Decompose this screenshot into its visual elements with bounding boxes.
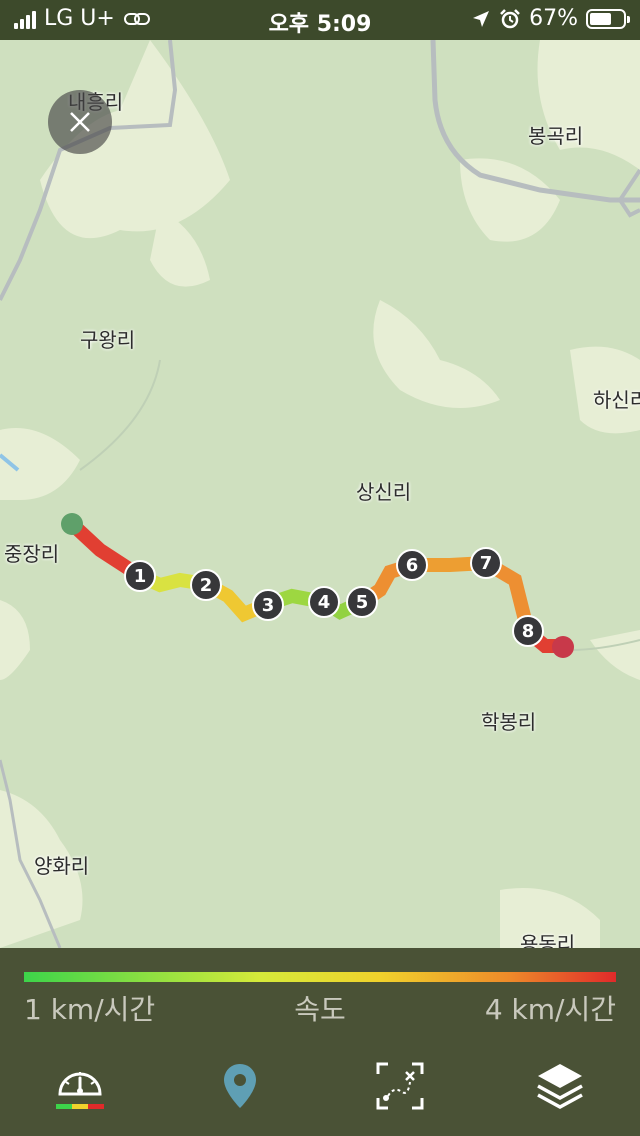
tab-speed[interactable] [0, 1036, 160, 1136]
split-marker[interactable]: 3 [252, 589, 284, 621]
battery-icon [586, 8, 630, 29]
close-icon [70, 112, 90, 132]
layers-icon [537, 1064, 583, 1109]
bottom-panel: 1 km/시간 속도 4 km/시간 [0, 948, 640, 1136]
location-pin-icon [224, 1064, 256, 1108]
map-view[interactable]: 내흥리 봉곡리 구왕리 하신리 상신리 중장리 학봉리 양화리 용동리 1 2 … [0, 40, 640, 948]
split-marker[interactable]: 7 [470, 547, 502, 579]
tab-bar [0, 1036, 640, 1136]
route-track [65, 517, 569, 653]
route-start-marker[interactable] [61, 513, 83, 535]
tab-route[interactable] [320, 1036, 480, 1136]
battery-percent: 67% [529, 6, 578, 31]
legend-max-label: 4 km/시간 [484, 993, 616, 1026]
split-marker[interactable]: 1 [124, 560, 156, 592]
split-marker[interactable]: 5 [346, 586, 378, 618]
close-button[interactable] [48, 90, 112, 154]
status-right: 67% [471, 6, 630, 31]
speed-legend-bar [24, 972, 616, 982]
route-map-icon [376, 1062, 424, 1110]
status-bar: LG U+ 오후 5:09 67% [0, 0, 640, 40]
tab-layers[interactable] [480, 1036, 640, 1136]
split-marker[interactable]: 8 [512, 615, 544, 647]
speedometer-icon [56, 1072, 104, 1109]
split-marker[interactable]: 2 [190, 569, 222, 601]
location-arrow-icon [473, 10, 490, 27]
tab-location[interactable] [160, 1036, 320, 1136]
alarm-icon [500, 8, 520, 28]
split-marker[interactable]: 4 [308, 586, 340, 618]
route-end-marker[interactable] [552, 636, 574, 658]
split-marker[interactable]: 6 [396, 549, 428, 581]
